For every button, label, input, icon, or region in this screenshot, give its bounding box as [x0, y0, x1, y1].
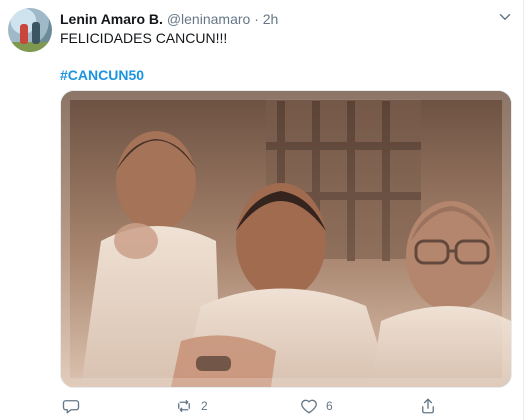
- hashtag-link[interactable]: #CANCUN50: [60, 66, 144, 84]
- reply-button[interactable]: [62, 396, 80, 416]
- retweet-count: 2: [201, 399, 208, 413]
- tweet-photo[interactable]: [60, 90, 512, 388]
- share-icon: [422, 398, 434, 414]
- chevron-down-icon[interactable]: [496, 8, 514, 26]
- retweet-button[interactable]: 2: [175, 396, 208, 416]
- tweet[interactable]: Lenin Amaro B. @leninamaro · 2h FELICIDA…: [0, 0, 524, 420]
- like-count: 6: [326, 399, 333, 413]
- tweet-header: Lenin Amaro B. @leninamaro · 2h: [60, 10, 278, 28]
- avatar[interactable]: [8, 8, 52, 52]
- author-name[interactable]: Lenin Amaro B.: [60, 11, 163, 27]
- share-button[interactable]: [419, 396, 437, 416]
- like-button[interactable]: 6: [300, 396, 333, 416]
- avatar-ground: [8, 42, 52, 52]
- tweet-time[interactable]: 2h: [263, 11, 279, 27]
- reply-icon: [62, 400, 80, 414]
- separator-dot: ·: [254, 11, 259, 27]
- tweet-text: FELICIDADES CANCUN!!!: [60, 30, 228, 46]
- heart-icon: [301, 399, 317, 414]
- avatar-figure: [32, 22, 40, 44]
- tweet-actions: 2 6: [60, 396, 500, 416]
- photo-scene: [61, 91, 511, 387]
- avatar-figure: [20, 24, 28, 44]
- retweet-icon: [178, 400, 190, 412]
- author-handle[interactable]: @leninamaro: [167, 11, 250, 27]
- chevron-down-icon: [499, 14, 511, 20]
